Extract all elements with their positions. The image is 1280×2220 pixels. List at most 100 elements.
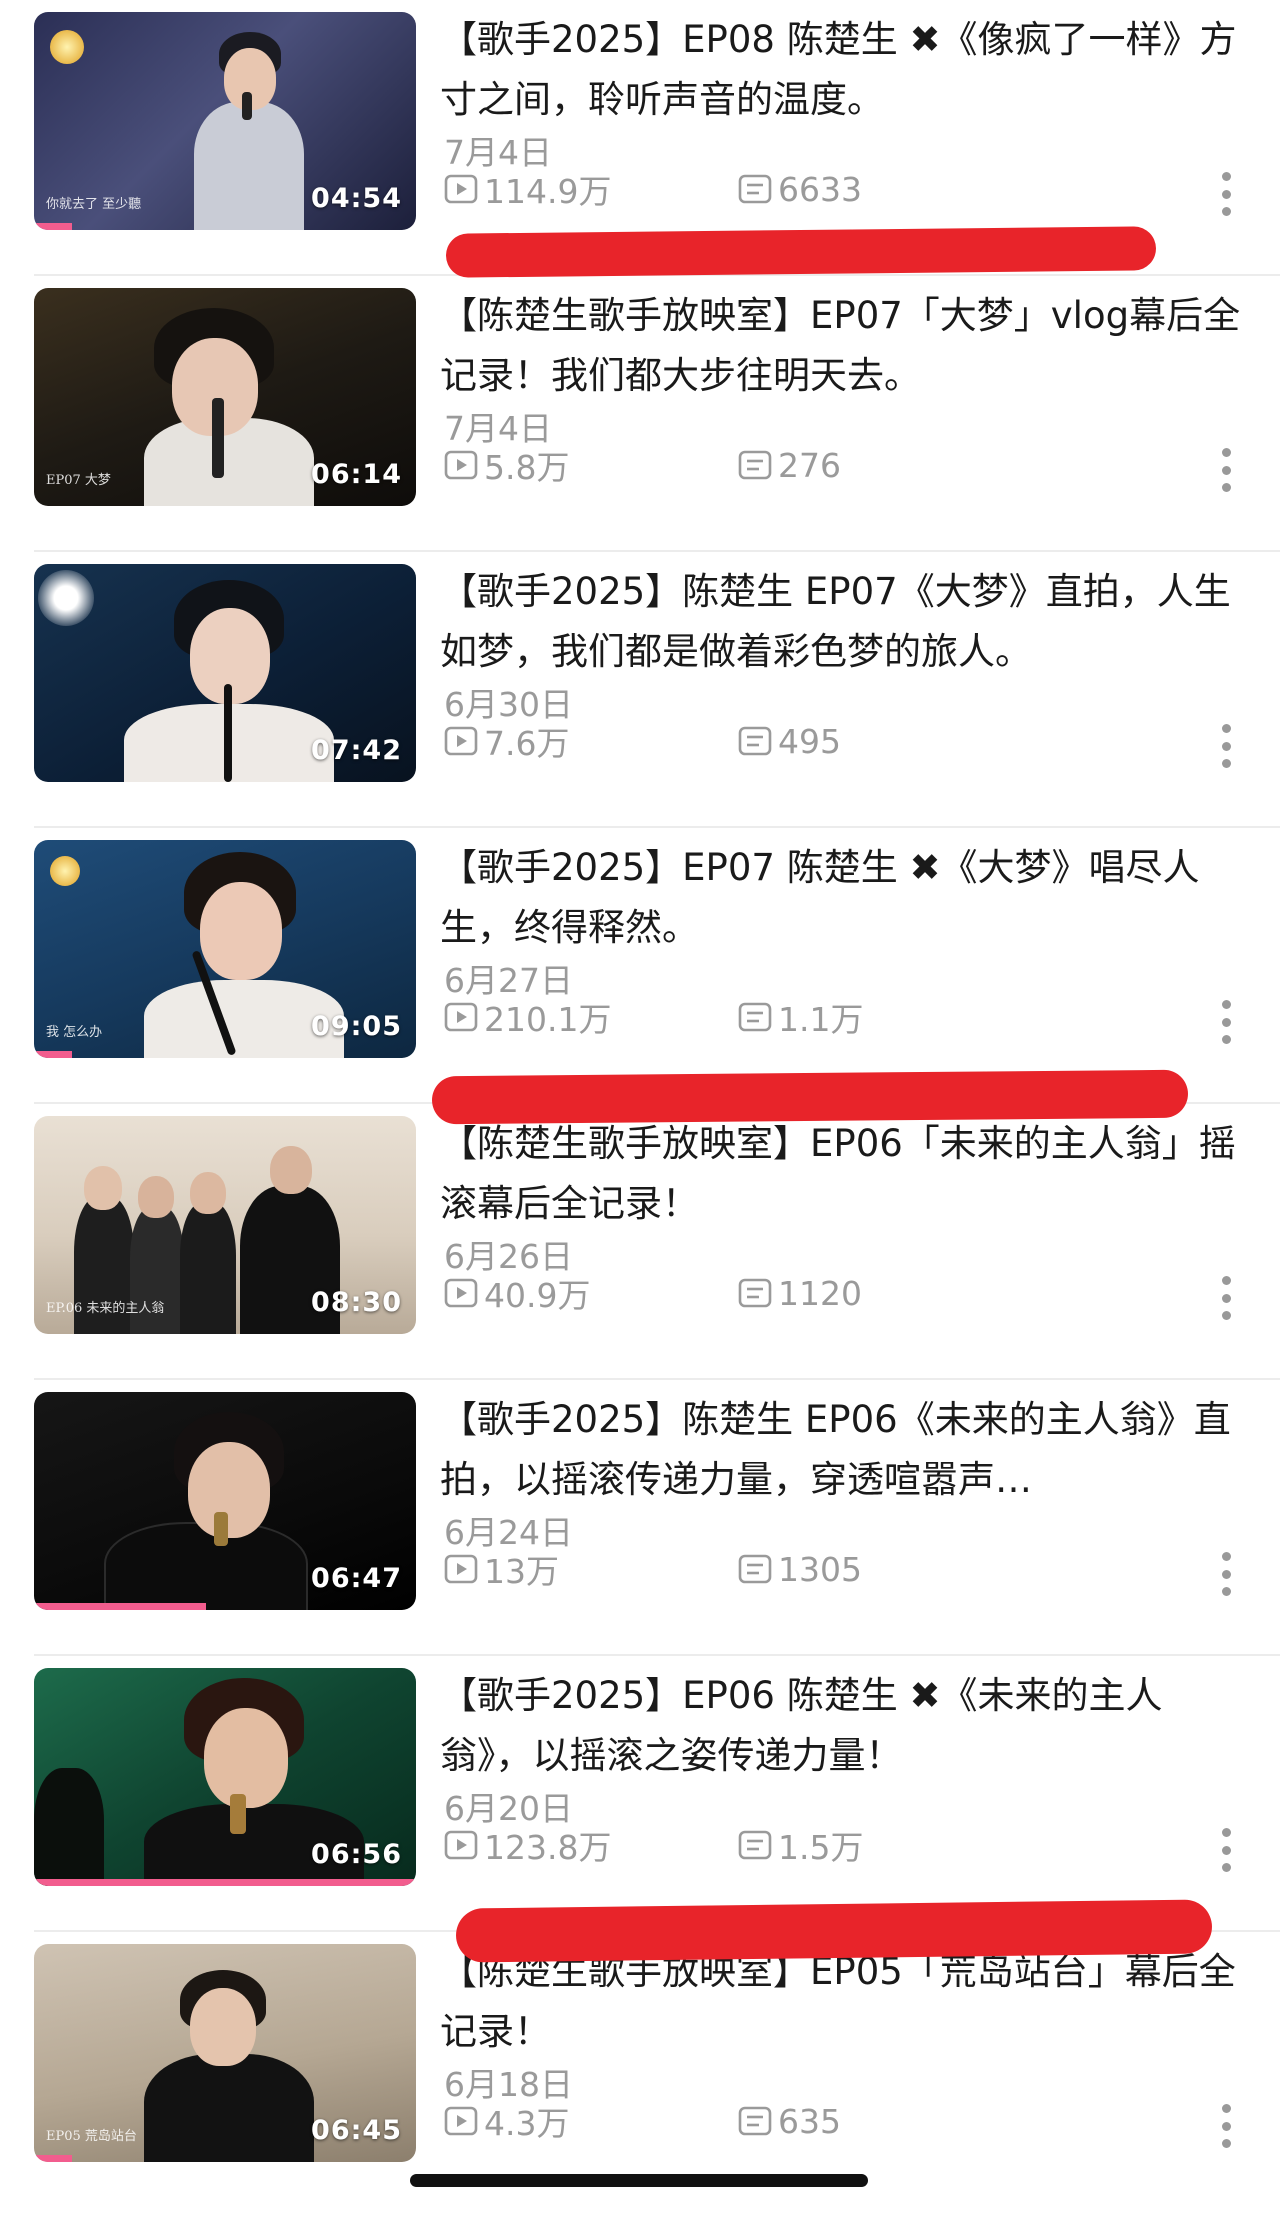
comment-count: 495 — [738, 720, 841, 762]
watch-progress-bar — [34, 1879, 416, 1886]
video-thumbnail[interactable]: 你就去了 至少聽 04:54 — [34, 12, 416, 230]
view-count: 40.9万 — [444, 1272, 591, 1315]
video-title[interactable]: 【陈楚生歌手放映室】EP07「大梦」vlog幕后全记录！我们都大步往明天去。 — [440, 286, 1250, 406]
play-count-icon — [444, 1278, 478, 1308]
list-item[interactable]: EP.06 未来的主人翁 08:30 【陈楚生歌手放映室】EP06「未来的主人翁… — [0, 1104, 1280, 1380]
comment-count-icon — [738, 726, 772, 756]
comment-count-icon — [738, 174, 772, 204]
comment-count: 276 — [738, 444, 841, 486]
watch-progress-bar — [34, 2155, 72, 2162]
comment-count-icon — [738, 450, 772, 480]
home-indicator[interactable] — [410, 2174, 868, 2187]
list-item[interactable]: 06:47 【歌手2025】陈楚生 EP06《未来的主人翁》直拍，以摇滚传递力量… — [0, 1380, 1280, 1656]
comment-count: 1.1万 — [738, 996, 864, 1039]
comment-count-icon — [738, 1278, 772, 1308]
red-highlight-mark — [455, 1899, 1213, 1963]
play-count-icon — [444, 1002, 478, 1032]
video-title[interactable]: 【歌手2025】EP08 陈楚生 ✖《像疯了一样》方寸之间，聆听声音的温度。 — [440, 10, 1250, 130]
video-duration: 06:45 — [311, 2115, 402, 2146]
more-vertical-icon[interactable] — [1220, 724, 1232, 768]
red-highlight-mark — [431, 1069, 1189, 1125]
comment-count: 6633 — [738, 168, 862, 210]
video-duration: 06:56 — [311, 1839, 402, 1870]
video-thumbnail[interactable]: EP.06 未来的主人翁 08:30 — [34, 1116, 416, 1334]
video-title[interactable]: 【陈楚生歌手放映室】EP06「未来的主人翁」摇滚幕后全记录！ — [440, 1114, 1250, 1234]
play-count-icon — [444, 2106, 478, 2136]
more-vertical-icon[interactable] — [1220, 448, 1232, 492]
view-count-label: 114.9万 — [484, 172, 612, 211]
play-count-icon — [444, 1554, 478, 1584]
logo-icon — [50, 30, 84, 64]
more-vertical-icon[interactable] — [1220, 172, 1232, 216]
video-thumbnail[interactable]: 我 怎么办 09:05 — [34, 840, 416, 1058]
more-vertical-icon[interactable] — [1220, 1276, 1232, 1320]
view-count: 210.1万 — [444, 996, 612, 1039]
watch-progress-bar — [34, 1603, 206, 1610]
view-count: 4.3万 — [444, 2100, 570, 2143]
thumbnail-caption: EP.06 未来的主人翁 — [46, 1301, 165, 1316]
comment-count: 635 — [738, 2100, 841, 2142]
list-item[interactable]: EP05 荒岛站台 06:45 【陈楚生歌手放映室】EP05「荒岛站台」幕后全记… — [0, 1932, 1280, 2208]
view-count-label: 4.3万 — [484, 2104, 570, 2143]
logo-icon — [50, 856, 80, 886]
video-duration: 06:14 — [311, 459, 402, 490]
comment-count: 1305 — [738, 1548, 862, 1590]
view-count: 114.9万 — [444, 168, 612, 211]
video-thumbnail[interactable]: EP05 荒岛站台 06:45 — [34, 1944, 416, 2162]
view-count-label: 210.1万 — [484, 1000, 612, 1039]
comment-count: 1120 — [738, 1272, 862, 1314]
list-item[interactable]: 06:56 【歌手2025】EP06 陈楚生 ✖《未来的主人翁》，以摇滚之姿传递… — [0, 1656, 1280, 1932]
thumbnail-caption: EP05 荒岛站台 — [46, 2129, 137, 2144]
view-count: 7.6万 — [444, 720, 569, 763]
red-highlight-mark — [445, 226, 1157, 278]
view-count: 123.8万 — [444, 1824, 612, 1867]
list-item[interactable]: 07:42 【歌手2025】陈楚生 EP07《大梦》直拍，人生如梦，我们都是做着… — [0, 552, 1280, 828]
video-title[interactable]: 【歌手2025】EP06 陈楚生 ✖《未来的主人翁》，以摇滚之姿传递力量！ — [440, 1666, 1250, 1786]
comment-count-label: 495 — [778, 721, 841, 761]
view-count-label: 5.8万 — [484, 448, 570, 487]
comment-count-icon — [738, 1554, 772, 1584]
comment-count-label: 635 — [778, 2101, 841, 2141]
view-count-label: 123.8万 — [484, 1828, 612, 1867]
thumbnail-caption: EP07 大梦 — [46, 473, 111, 488]
play-count-icon — [444, 450, 478, 480]
comment-count-label: 1.1万 — [778, 1000, 864, 1039]
view-count: 13万 — [444, 1548, 559, 1591]
comment-count-label: 1305 — [778, 1549, 862, 1589]
video-thumbnail[interactable]: 06:47 — [34, 1392, 416, 1610]
comment-count-label: 1.5万 — [778, 1828, 864, 1867]
more-vertical-icon[interactable] — [1220, 1828, 1232, 1872]
more-vertical-icon[interactable] — [1220, 1552, 1232, 1596]
list-item[interactable]: 我 怎么办 09:05 【歌手2025】EP07 陈楚生 ✖《大梦》唱尽人生，终… — [0, 828, 1280, 1104]
view-count: 5.8万 — [444, 444, 570, 487]
video-thumbnail[interactable]: 07:42 — [34, 564, 416, 782]
watch-progress-bar — [34, 223, 72, 230]
more-vertical-icon[interactable] — [1220, 2104, 1232, 2148]
comment-count-icon — [738, 2106, 772, 2136]
video-duration: 09:05 — [311, 1011, 402, 1042]
thumbnail-caption: 你就去了 至少聽 — [46, 197, 142, 212]
view-count-label: 40.9万 — [484, 1276, 591, 1315]
watch-progress-bar — [34, 1051, 72, 1058]
video-title[interactable]: 【歌手2025】陈楚生 EP06《未来的主人翁》直拍，以摇滚传递力量，穿透喧嚣声… — [440, 1390, 1250, 1510]
comment-count-label: 6633 — [778, 169, 862, 209]
view-count-label: 13万 — [484, 1552, 559, 1591]
video-thumbnail[interactable]: 06:56 — [34, 1668, 416, 1886]
comment-count-icon — [738, 1002, 772, 1032]
video-thumbnail[interactable]: EP07 大梦 06:14 — [34, 288, 416, 506]
video-title[interactable]: 【歌手2025】EP07 陈楚生 ✖《大梦》唱尽人生，终得释然。 — [440, 838, 1250, 958]
thumbnail-caption: 我 怎么办 — [46, 1025, 103, 1040]
video-duration: 07:42 — [311, 735, 402, 766]
video-title[interactable]: 【歌手2025】陈楚生 EP07《大梦》直拍，人生如梦，我们都是做着彩色梦的旅人… — [440, 562, 1250, 682]
video-duration: 08:30 — [311, 1287, 402, 1318]
play-count-icon — [444, 1830, 478, 1860]
video-duration: 04:54 — [311, 183, 402, 214]
comment-count: 1.5万 — [738, 1824, 864, 1867]
play-count-icon — [444, 174, 478, 204]
comment-count-label: 276 — [778, 445, 841, 485]
play-count-icon — [444, 726, 478, 756]
list-item[interactable]: EP07 大梦 06:14 【陈楚生歌手放映室】EP07「大梦」vlog幕后全记… — [0, 276, 1280, 552]
comment-count-icon — [738, 1830, 772, 1860]
comment-count-label: 1120 — [778, 1273, 862, 1313]
more-vertical-icon[interactable] — [1220, 1000, 1232, 1044]
